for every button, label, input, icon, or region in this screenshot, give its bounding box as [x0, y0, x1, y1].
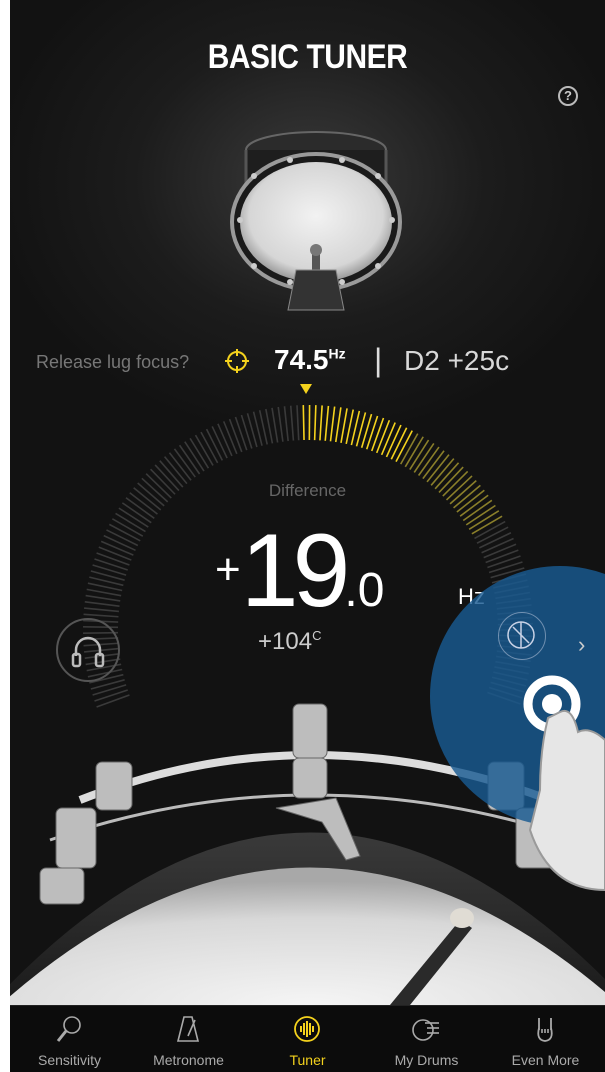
dial-pointer — [300, 384, 312, 394]
tab-label: Even More — [511, 1052, 580, 1068]
tab-label: Tuner — [289, 1052, 326, 1068]
dial-tick — [365, 415, 379, 450]
dial-tick — [94, 558, 128, 571]
dial-tick — [481, 537, 514, 554]
dial-tick — [100, 540, 134, 556]
difference-sign: + — [215, 545, 241, 594]
tap-hand-icon — [523, 675, 605, 892]
tab-label: Metronome — [153, 1052, 224, 1068]
dial-tick — [96, 552, 130, 566]
cents-unit: C — [312, 628, 322, 643]
microphone-icon — [56, 1016, 81, 1042]
dial-tick — [228, 418, 243, 453]
drum-lug-icon — [507, 621, 535, 649]
dial-tick — [283, 406, 289, 442]
dial-tick — [86, 588, 122, 597]
dial-tick — [385, 424, 402, 458]
dial-tick — [380, 422, 396, 456]
dial-tick — [487, 555, 521, 569]
dial-tick — [296, 405, 300, 441]
dial-tick — [234, 416, 248, 451]
dial-tick — [103, 534, 136, 552]
dial-tick — [265, 408, 274, 444]
difference-integer: 19 — [240, 513, 351, 629]
tab-my-drums[interactable]: My Drums — [367, 1006, 486, 1072]
release-lug-label[interactable]: Release lug focus? — [36, 352, 189, 373]
dial-tick — [302, 405, 305, 441]
dial-tick — [277, 406, 284, 442]
cents-value: +104C — [258, 628, 322, 655]
dial-tick — [289, 405, 295, 441]
dial-tick — [217, 423, 233, 457]
bass-drum-illustration — [230, 131, 402, 311]
tuner-screen: BASIC TUNER ? Release lug focus? 74.5Hz … — [10, 0, 605, 1072]
frequency-value: 74.5Hz — [274, 344, 346, 375]
dial-tick — [485, 549, 519, 564]
dial-tick — [85, 594, 121, 602]
readout-separator: | — [374, 342, 383, 378]
frequency-readout: Release lug focus? 74.5Hz | D2 +25c — [10, 338, 605, 388]
dial-tick — [313, 405, 317, 441]
frequency-unit: Hz — [328, 345, 346, 362]
dial-tick — [334, 407, 342, 443]
difference-label: Difference — [268, 481, 347, 500]
lug-select-button[interactable] — [498, 612, 546, 660]
dial-tick — [329, 406, 336, 442]
dial-tick — [488, 561, 523, 574]
dial-tick — [98, 546, 132, 561]
dial-tick — [271, 407, 279, 443]
dial-tick — [319, 405, 323, 441]
question-circle-icon[interactable]: ? — [558, 86, 578, 106]
dial-tick — [240, 414, 253, 449]
drum-list-icon — [412, 1019, 439, 1041]
tab-sensitivity[interactable]: Sensitivity — [10, 1006, 129, 1072]
dial-tick — [84, 601, 120, 607]
dial-tick — [324, 405, 330, 441]
dial-tick — [375, 419, 391, 454]
crosshair-icon[interactable] — [224, 348, 250, 374]
page-title: BASIC TUNER — [207, 38, 408, 76]
dial-tick — [83, 613, 119, 618]
metronome-icon — [176, 1016, 200, 1042]
tab-even-more[interactable]: Even More — [486, 1006, 605, 1072]
difference-decimal: .0 — [344, 564, 385, 617]
tab-tuner[interactable]: Tuner — [248, 1006, 367, 1072]
chevron-right-icon[interactable]: › — [578, 632, 585, 658]
tab-label: My Drums — [394, 1052, 459, 1068]
dial-tick — [340, 408, 348, 444]
rock-hand-icon — [537, 1018, 553, 1042]
tab-metronome[interactable]: Metronome — [129, 1006, 248, 1072]
headphones-button[interactable] — [56, 618, 120, 682]
difference-value: +19.0 — [215, 512, 384, 631]
note-value: D2 +25c — [404, 345, 510, 376]
headphones-icon — [71, 636, 105, 668]
tab-label: Sensitivity — [37, 1052, 102, 1068]
dial-tick — [483, 543, 517, 559]
tuner-icon — [294, 1016, 320, 1042]
dial-tick — [222, 421, 238, 455]
dial-tick — [83, 607, 119, 613]
dial-tick — [370, 417, 385, 452]
tab-bar: Sensitivity Metronome Tuner My Drums Eve… — [10, 1005, 605, 1072]
